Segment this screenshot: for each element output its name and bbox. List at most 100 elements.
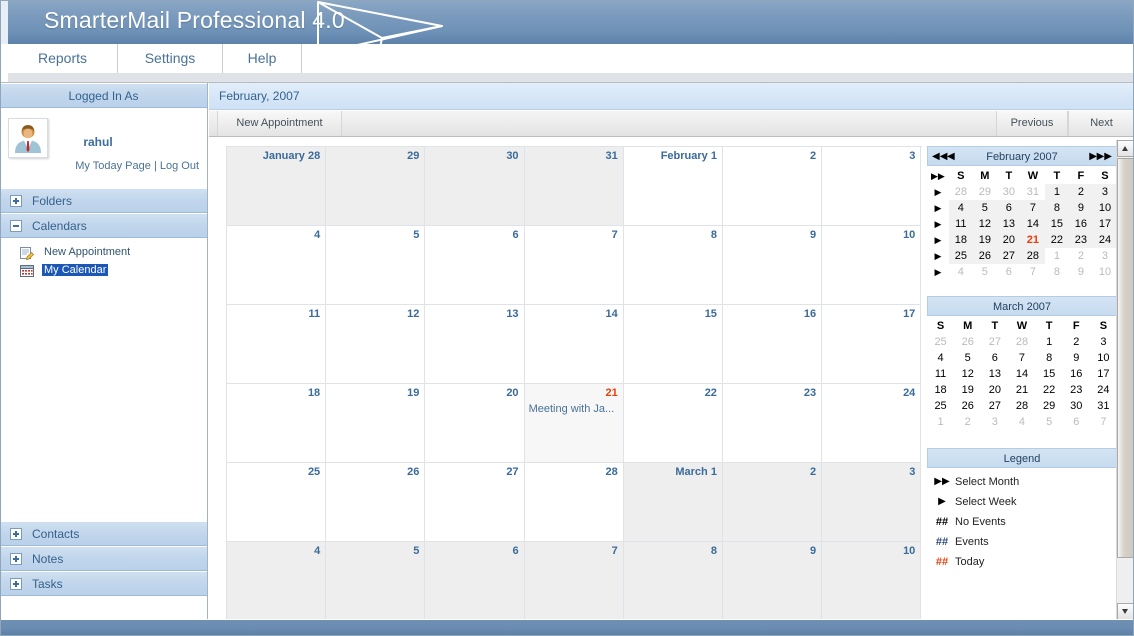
mini-calendar-day[interactable]: 5	[973, 264, 997, 280]
vertical-scrollbar[interactable]	[1116, 140, 1134, 620]
calendar-day-cell[interactable]: 23	[722, 384, 823, 463]
mini-calendar-day[interactable]: 18	[948, 232, 973, 248]
mini-calendar-day[interactable]: 21	[1008, 382, 1035, 398]
sidebar-item-new-appointment[interactable]: New Appointment	[0, 244, 207, 261]
mini-calendar-day[interactable]: 7	[1021, 264, 1045, 280]
mini-calendar-day[interactable]: 10	[1093, 264, 1117, 280]
calendar-day-cell[interactable]: 25	[227, 463, 327, 542]
mini-calendar-day[interactable]: 23	[1068, 232, 1093, 248]
mini-calendar-day[interactable]: 3	[1092, 184, 1117, 200]
select-week-icon[interactable]: ▶	[927, 200, 949, 216]
mini-calendar-day[interactable]: 5	[1036, 414, 1063, 430]
mini-calendar-day[interactable]: 12	[972, 216, 997, 232]
mini-calendar-day[interactable]: 5	[972, 200, 997, 216]
log-out-link[interactable]: Log Out	[160, 160, 199, 172]
sidebar-section-calendars[interactable]: Calendars	[0, 213, 207, 238]
calendar-day-cell[interactable]: 4	[227, 542, 327, 621]
mini-calendar-day[interactable]: 6	[997, 264, 1021, 280]
calendar-day-cell[interactable]: 5	[326, 542, 426, 621]
calendar-day-cell[interactable]: 7	[524, 542, 624, 621]
sidebar-item-my-calendar[interactable]: My Calendar	[0, 262, 207, 279]
first-month-button[interactable]: ◀◀	[932, 147, 947, 167]
calendar-day-cell[interactable]: 22	[623, 384, 723, 463]
scrollbar-thumb[interactable]	[1117, 158, 1134, 558]
menu-item-reports[interactable]: Reports	[8, 44, 118, 73]
menu-item-help[interactable]: Help	[223, 44, 302, 73]
mini-calendar-day[interactable]: 24	[1090, 382, 1117, 398]
mini-calendar-day[interactable]: 27	[981, 398, 1008, 414]
mini-calendar-day[interactable]: 1	[1036, 334, 1063, 350]
calendar-day-cell[interactable]: 7	[524, 226, 624, 305]
mini-calendar-day[interactable]: 20	[981, 382, 1008, 398]
calendar-day-cell[interactable]: 6	[425, 542, 525, 621]
sidebar-section-folders[interactable]: Folders	[0, 188, 207, 213]
scroll-down-icon[interactable]	[1117, 603, 1134, 620]
calendar-day-cell[interactable]: 13	[425, 305, 525, 384]
mini-calendar-day[interactable]: 1	[927, 414, 954, 430]
select-month-icon[interactable]: ▶▶	[927, 168, 949, 184]
mini-calendar-day[interactable]: 2	[1069, 248, 1093, 264]
calendar-day-cell[interactable]: 11	[227, 305, 327, 384]
mini-calendar-day[interactable]: 16	[1068, 216, 1093, 232]
mini-calendar-day[interactable]: 17	[1090, 366, 1117, 382]
mini-calendar-day[interactable]: 28	[1020, 248, 1045, 264]
mini-calendar-day[interactable]: 24	[1092, 232, 1117, 248]
mini-calendar-day[interactable]: 11	[948, 216, 973, 232]
calendar-day-cell[interactable]: 8	[623, 226, 723, 305]
calendar-day-cell[interactable]: January 28	[227, 147, 327, 226]
mini-calendar-day[interactable]: 14	[1020, 216, 1045, 232]
calendar-day-cell[interactable]: 31	[524, 147, 624, 226]
mini-calendar-day[interactable]: 28	[1008, 334, 1035, 350]
mini-calendar-day[interactable]: 27	[996, 248, 1021, 264]
mini-calendar-day[interactable]: 28	[1008, 398, 1035, 414]
calendar-day-cell[interactable]: 8	[623, 542, 723, 621]
scrollbar-track[interactable]	[1117, 559, 1134, 602]
calendar-day-cell[interactable]: 12	[326, 305, 426, 384]
scroll-up-icon[interactable]	[1117, 140, 1134, 157]
last-month-button[interactable]: ▶▶	[1097, 147, 1112, 167]
mini-calendar-day[interactable]: 12	[954, 366, 981, 382]
calendar-day-cell[interactable]: 28	[524, 463, 624, 542]
mini-calendar-day[interactable]: 7	[1020, 200, 1045, 216]
expand-plus-icon[interactable]	[10, 553, 22, 565]
mini-calendar-day[interactable]: 10	[1092, 200, 1117, 216]
mini-calendar-day[interactable]: 9	[1069, 264, 1093, 280]
mini-calendar-day[interactable]: 19	[954, 382, 981, 398]
calendar-day-cell[interactable]: 24	[822, 384, 922, 463]
mini-calendar-day[interactable]: 26	[954, 334, 981, 350]
mini-calendar-day[interactable]: 31	[1021, 184, 1045, 200]
mini-calendar-day[interactable]: 3	[1093, 248, 1117, 264]
mini-calendar-day[interactable]: 5	[954, 350, 981, 366]
calendar-day-cell[interactable]: 2	[722, 463, 823, 542]
calendar-day-cell[interactable]: 4	[227, 226, 327, 305]
calendar-event[interactable]: Meeting with Ja...	[529, 403, 619, 415]
calendar-day-cell[interactable]: 21 Meeting with Ja...	[524, 384, 624, 463]
my-today-page-link[interactable]: My Today Page	[75, 160, 151, 172]
mini-calendar-day[interactable]: 7	[1008, 350, 1035, 366]
sidebar-section-contacts[interactable]: Contacts	[0, 521, 207, 546]
calendar-day-cell[interactable]: 2	[722, 147, 823, 226]
mini-calendar-day[interactable]: 6	[996, 200, 1021, 216]
mini-calendar-day[interactable]: 25	[927, 334, 954, 350]
select-week-icon[interactable]: ▶	[927, 232, 949, 248]
collapse-minus-icon[interactable]	[10, 220, 22, 232]
mini-calendar-day[interactable]: 13	[981, 366, 1008, 382]
calendar-day-cell[interactable]: 19	[326, 384, 426, 463]
mini-calendar-day[interactable]: 13	[996, 216, 1021, 232]
expand-plus-icon[interactable]	[10, 195, 22, 207]
calendar-day-cell[interactable]: 3	[822, 147, 922, 226]
mini-calendar-day[interactable]: 7	[1090, 414, 1117, 430]
mini-calendar-day[interactable]: 25	[948, 248, 973, 264]
mini-calendar-day[interactable]: 6	[981, 350, 1008, 366]
calendar-day-cell[interactable]: 3	[822, 463, 922, 542]
mini-calendar-day[interactable]: 9	[1063, 350, 1090, 366]
mini-calendar-day[interactable]: 2	[954, 414, 981, 430]
mini-calendar-day[interactable]: 4	[948, 200, 973, 216]
calendar-day-cell[interactable]: 30	[425, 147, 525, 226]
calendar-day-cell[interactable]: 26	[326, 463, 426, 542]
mini-calendar-day[interactable]: 20	[996, 232, 1021, 248]
calendar-day-cell[interactable]: 5	[326, 226, 426, 305]
mini-calendar-day[interactable]: 14	[1008, 366, 1035, 382]
mini-calendar-day[interactable]: 22	[1036, 382, 1063, 398]
select-week-icon[interactable]: ▶	[927, 184, 949, 200]
